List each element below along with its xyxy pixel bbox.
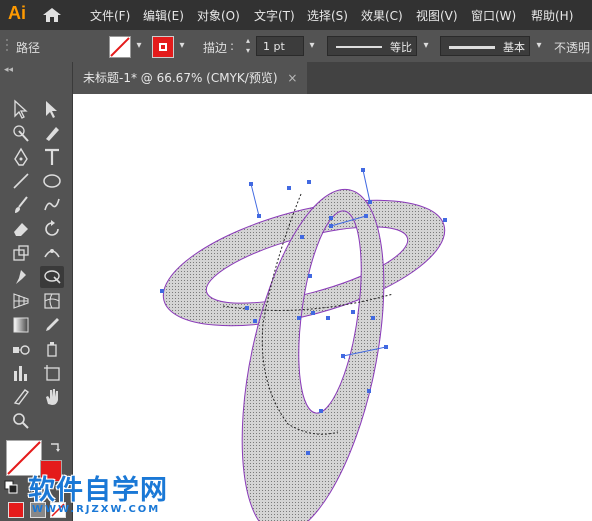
toolbox: ◂◂ — [0, 62, 73, 521]
eraser-tool-icon[interactable] — [9, 218, 33, 240]
symbol-sprayer-tool-icon[interactable] — [40, 338, 64, 360]
menu-select[interactable]: 选择(S) — [307, 7, 348, 24]
lasso-tool-icon[interactable] — [40, 122, 64, 144]
brush-definition-select[interactable]: 基本 — [440, 36, 530, 56]
document-tab-bar: 未标题-1* @ 66.67% (CMYK/预览) × — [73, 62, 592, 94]
swap-colors-icon[interactable] — [48, 440, 62, 454]
hand-tool-icon[interactable] — [40, 386, 64, 408]
home-icon[interactable] — [42, 7, 62, 23]
scale-tool-icon[interactable] — [9, 242, 33, 264]
watermark-url: WWW.RJZXW.COM — [32, 504, 161, 515]
app-logo: Ai — [8, 3, 26, 23]
column-graph-tool-icon[interactable] — [9, 362, 33, 384]
document-tab-title: 未标题-1* @ 66.67% (CMYK/预览) — [83, 71, 278, 85]
fill-dropdown-icon[interactable]: ▾ — [131, 36, 147, 56]
profile-label: 等比 — [390, 41, 412, 54]
brush-label: 基本 — [503, 41, 525, 54]
artwork[interactable] — [73, 94, 592, 521]
menu-object[interactable]: 对象(O) — [197, 7, 240, 24]
opacity-label[interactable]: 不透明 — [554, 39, 590, 56]
fill-swatch[interactable] — [109, 36, 131, 58]
shaper-tool-icon[interactable] — [40, 194, 64, 216]
color-mode-button[interactable] — [8, 502, 24, 518]
type-tool-icon[interactable] — [40, 146, 64, 168]
menu-effect[interactable]: 效果(C) — [361, 7, 403, 24]
watermark: 软件自学网 WWW.RJZXW.COM — [28, 468, 168, 515]
vertical-ring-shape[interactable] — [73, 94, 592, 521]
perspective-grid-tool-icon[interactable] — [9, 290, 33, 312]
pen-tool-icon[interactable] — [9, 146, 33, 168]
selection-type-label: 路径 — [16, 41, 41, 55]
collapse-icon[interactable]: ◂◂ — [4, 65, 13, 75]
puppet-warp-tool-icon[interactable] — [40, 242, 64, 264]
stroke-swatch[interactable] — [152, 36, 174, 58]
artboard-canvas[interactable] — [73, 94, 592, 521]
magic-wand-tool-icon[interactable] — [9, 122, 33, 144]
document-tab[interactable]: 未标题-1* @ 66.67% (CMYK/预览) × — [73, 62, 308, 94]
line-tool-icon[interactable] — [9, 170, 33, 192]
stroke-icon — [159, 43, 167, 51]
stroke-label[interactable]: 描边 — [203, 39, 227, 56]
grip-icon[interactable] — [4, 36, 10, 56]
ellipse-tool-icon[interactable] — [40, 170, 64, 192]
menu-edit[interactable]: 编辑(E) — [143, 7, 184, 24]
rotate-tool-icon[interactable] — [40, 218, 64, 240]
menu-help[interactable]: 帮助(H) — [531, 7, 573, 24]
stroke-weight-input[interactable]: 1 pt — [256, 36, 304, 56]
watermark-title: 软件自学网 — [28, 475, 168, 506]
menu-file[interactable]: 文件(F) — [90, 7, 130, 24]
eyedropper-tool-icon[interactable] — [40, 314, 64, 336]
menu-view[interactable]: 视图(V) — [416, 7, 458, 24]
gradient-tool-icon[interactable] — [9, 314, 33, 336]
blend-tool-icon[interactable] — [9, 338, 33, 360]
stroke-colon: : — [230, 39, 235, 53]
profile-line — [336, 46, 382, 48]
profile-dropdown-icon[interactable]: ▾ — [418, 36, 434, 56]
selection-tool-icon[interactable] — [9, 98, 33, 120]
stroke-dropdown-icon[interactable]: ▾ — [174, 36, 190, 56]
stroke-stepper[interactable]: ▴ ▾ — [240, 36, 256, 56]
close-tab-icon[interactable]: × — [287, 71, 297, 85]
menu-window[interactable]: 窗口(W) — [471, 7, 516, 24]
mesh-tool-icon[interactable] — [40, 290, 64, 312]
stroke-weight-dropdown-icon[interactable]: ▾ — [304, 36, 320, 56]
zoom-tool-icon[interactable] — [9, 410, 33, 432]
pin-tool-icon[interactable] — [9, 266, 33, 288]
paintbrush-tool-icon[interactable] — [9, 194, 33, 216]
slice-tool-icon[interactable] — [9, 386, 33, 408]
menu-type[interactable]: 文字(T) — [254, 7, 295, 24]
variable-width-profile-select[interactable]: 等比 — [327, 36, 417, 56]
shape-builder-tool-icon[interactable] — [40, 266, 64, 288]
control-bar: 路径 ▾ ▾ 描边 : ▴ ▾ 1 pt ▾ 等比 ▾ 基本 ▾ 不透明 — [0, 30, 592, 63]
brush-line — [449, 46, 495, 49]
direct-selection-tool-icon[interactable] — [40, 98, 64, 120]
default-colors-icon[interactable] — [4, 480, 18, 494]
brush-dropdown-icon[interactable]: ▾ — [531, 36, 547, 56]
menu-bar: Ai 文件(F) 编辑(E) 对象(O) 文字(T) 选择(S) 效果(C) 视… — [0, 0, 592, 30]
none-fill-icon — [110, 37, 130, 57]
artboard-tool-icon[interactable] — [40, 362, 64, 384]
